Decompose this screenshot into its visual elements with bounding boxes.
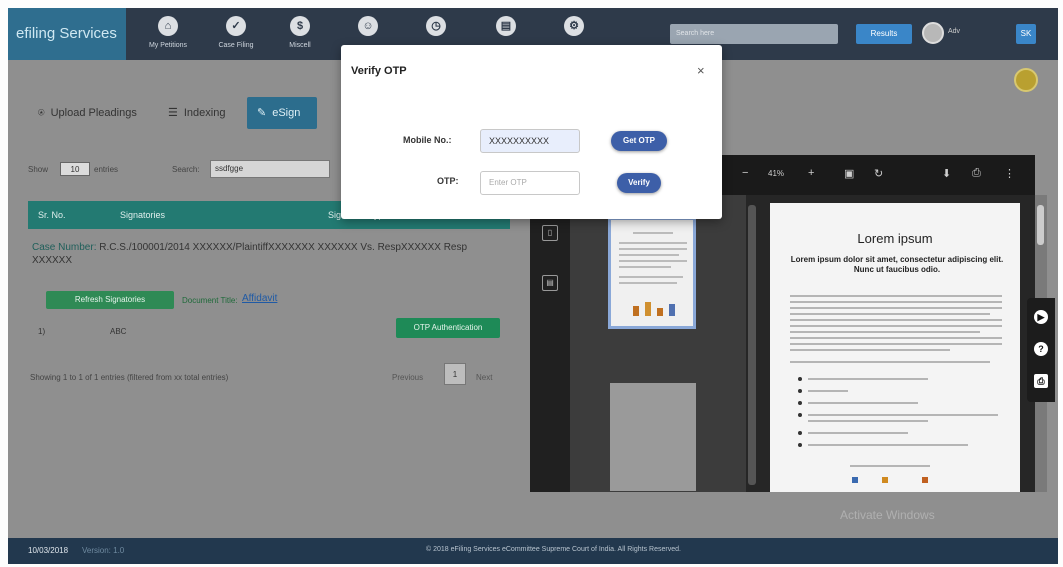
table-search-input[interactable]: ssdfgge — [210, 160, 330, 178]
otp-label: OTP: — [437, 176, 459, 186]
dollar-icon: $ — [290, 16, 310, 36]
scrollbar-thumb[interactable] — [1037, 205, 1044, 245]
thumbnail-scrollbar[interactable] — [748, 205, 756, 485]
thumbnail-panel — [570, 195, 746, 492]
modal-title: Verify OTP — [351, 65, 407, 77]
get-otp-button[interactable]: Get OTP — [611, 131, 667, 151]
pdf-page-subtitle: Lorem ipsum dolor sit amet, consectetur … — [790, 255, 1004, 274]
help-icon[interactable]: ? — [1034, 342, 1048, 356]
outline-icon[interactable]: ▤ — [542, 275, 558, 291]
pdf-page-title: Lorem ipsum — [857, 231, 933, 246]
zoom-out-icon[interactable]: − — [742, 167, 748, 179]
avatar[interactable] — [922, 22, 944, 44]
entries-label: entries — [94, 165, 119, 174]
settings-icon: ⚙ — [564, 16, 584, 36]
case-number: R.C.S./100001/2014 XXXXXX/PlaintiffXXXXX… — [99, 242, 358, 253]
document-link[interactable]: Affidavit — [242, 293, 277, 304]
pdf-viewer: ▯ ▤ Lorem ipsum Lorem ipsum dolor sit am… — [530, 195, 1035, 492]
nav-miscell[interactable]: $ Miscell — [268, 8, 332, 60]
windows-activation-watermark: Activate Windows — [840, 508, 935, 522]
verify-button[interactable]: Verify — [617, 173, 661, 193]
tab-upload-pleadings[interactable]: ⍟ Upload Pleadings — [28, 97, 147, 129]
column-header[interactable]: Sr. No. — [38, 201, 66, 229]
pdf-file-icon[interactable]: ⎙ — [1034, 374, 1048, 388]
brand-logo[interactable]: efiling Services — [8, 8, 126, 60]
zoom-in-icon[interactable]: + — [808, 167, 814, 179]
footer: 10/03/2018 Version: 1.0 © 2018 eFiling S… — [8, 538, 1058, 564]
avatar-label: Adv — [948, 28, 961, 35]
tab-label: Indexing — [183, 107, 226, 119]
tab-label: eSign — [272, 107, 301, 119]
otp-authentication-button[interactable]: OTP Authentication — [396, 318, 500, 338]
footer-version: Version: 1.0 — [82, 546, 125, 555]
table-info: Showing 1 to 1 of 1 entries (filtered fr… — [30, 373, 229, 382]
tab-label: Upload Pleadings — [50, 107, 137, 119]
thumbnails-icon[interactable]: ▯ — [542, 225, 558, 241]
footer-copyright: © 2018 eFiling Services eCommittee Supre… — [426, 546, 681, 553]
results-button[interactable]: Results — [856, 24, 912, 44]
floating-toolbar: ▶ ? ⎙ — [1027, 298, 1055, 402]
nav-case-filing[interactable]: ✓ Case Filing — [204, 8, 268, 60]
row-signatory: ABC — [110, 327, 127, 336]
footer-date: 10/03/2018 — [28, 546, 69, 555]
pagination-previous[interactable]: Previous — [392, 373, 423, 382]
clock-icon: ◷ — [426, 16, 446, 36]
home-icon: ⌂ — [158, 16, 178, 36]
notification-bell-icon[interactable] — [1014, 68, 1038, 92]
otp-input[interactable]: Enter OTP — [480, 171, 580, 195]
header-search-input[interactable]: Search here — [670, 24, 838, 44]
user-menu-button[interactable]: SK — [1016, 24, 1036, 44]
more-options-icon[interactable]: ⋮ — [1004, 167, 1015, 180]
doc-icon: ▤ — [496, 16, 516, 36]
verify-otp-modal: Verify OTP × Mobile No.: XXXXXXXXXX Get … — [341, 45, 722, 219]
case-number-line: Case Number: R.C.S./100001/2014 XXXXXX/P… — [32, 241, 502, 267]
tab-esign[interactable]: ✎ eSign — [247, 97, 317, 129]
play-icon[interactable]: ▶ — [1034, 310, 1048, 324]
document-title-label: Document Title: — [182, 296, 238, 305]
page-thumbnail[interactable] — [610, 383, 696, 491]
case-vs: Vs. — [360, 242, 375, 253]
case-number-prefix: Case Number: — [32, 242, 97, 253]
tab-indexing[interactable]: ☰ Indexing — [158, 97, 235, 129]
list-icon: ☰ — [168, 107, 178, 119]
mobile-input[interactable]: XXXXXXXXXX — [480, 129, 580, 153]
pdf-sidebar: ▯ ▤ — [530, 195, 570, 492]
nav-label: Miscell — [289, 42, 311, 49]
nav-label: Case Filing — [218, 42, 254, 49]
page-thumbnail[interactable] — [608, 217, 696, 329]
user-icon: ⍟ — [38, 107, 45, 119]
print-icon[interactable]: ⎙ — [972, 167, 981, 180]
zoom-level[interactable]: 41% — [768, 169, 784, 178]
show-label: Show — [28, 165, 49, 174]
download-icon[interactable]: ⬇ — [942, 167, 951, 180]
refresh-signatories-button[interactable]: Refresh Signatories — [46, 291, 174, 309]
close-icon[interactable]: × — [697, 63, 705, 78]
nav-label: My Petitions — [148, 42, 188, 49]
mobile-label: Mobile No.: — [403, 135, 452, 145]
table-search-label: Search: — [172, 165, 200, 174]
sign-icon: ✎ — [257, 107, 267, 119]
check-icon: ✓ — [226, 16, 246, 36]
rotate-icon[interactable]: ↻ — [874, 167, 883, 180]
group-icon: ☺ — [358, 16, 378, 36]
app-window: efiling Services ⌂ My Petitions ✓ Case F… — [8, 8, 1058, 564]
fit-page-icon[interactable]: ▣ — [844, 167, 854, 180]
nav-my-petitions[interactable]: ⌂ My Petitions — [136, 8, 200, 60]
entries-length-select[interactable]: 10 — [60, 162, 90, 176]
pagination-page[interactable]: 1 — [444, 363, 466, 385]
pagination-next[interactable]: Next — [476, 373, 492, 382]
pdf-page: Lorem ipsum Lorem ipsum dolor sit amet, … — [770, 203, 1020, 492]
column-header[interactable]: Signatories — [120, 201, 165, 229]
row-sr-no: 1) — [38, 327, 46, 336]
